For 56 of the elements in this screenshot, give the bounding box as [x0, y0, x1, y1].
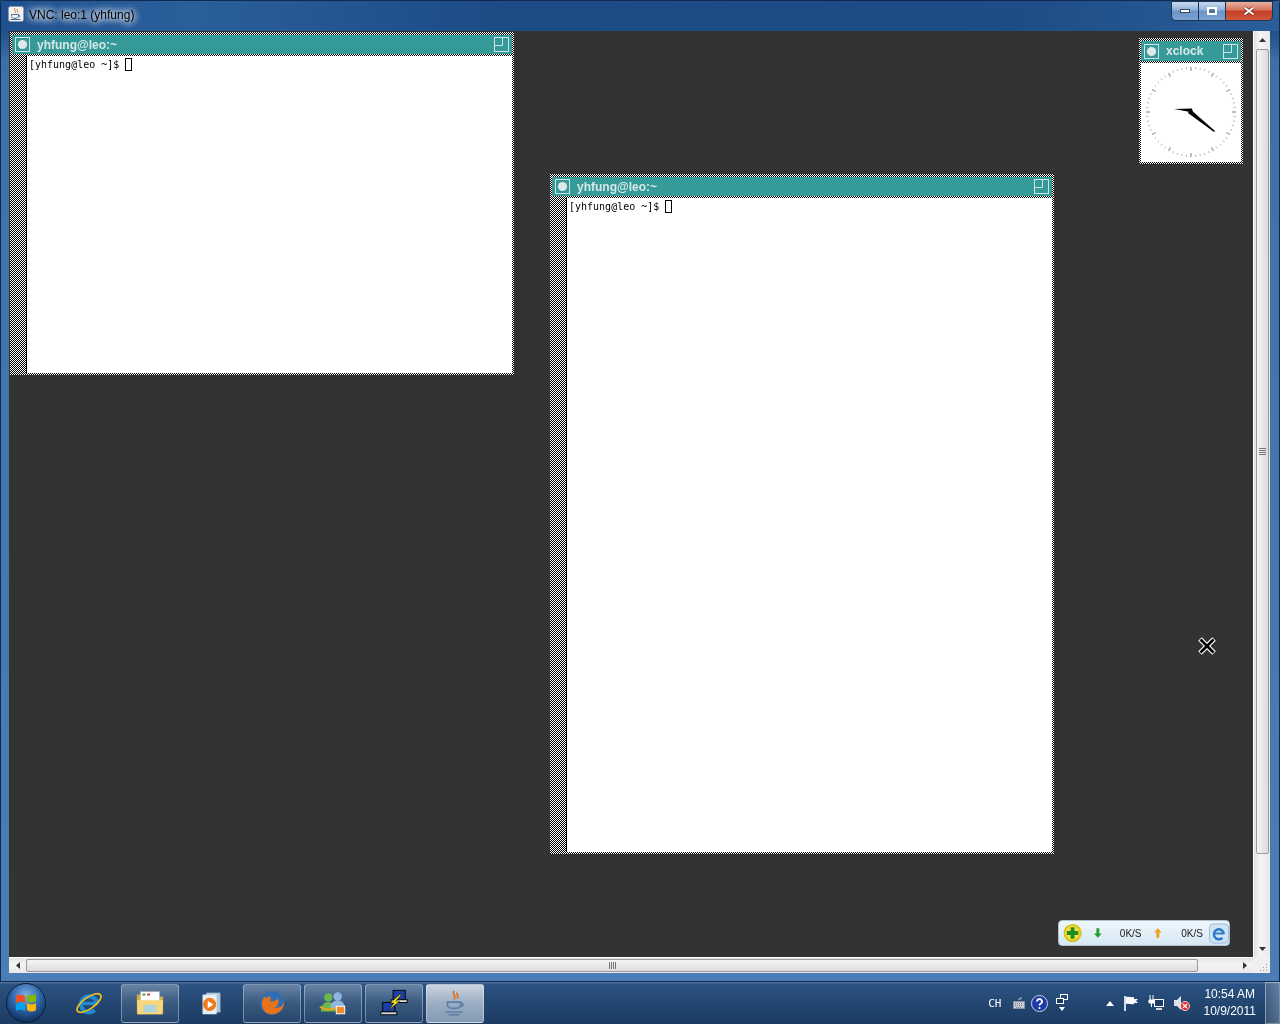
right-triangle-icon[interactable] — [1243, 962, 1247, 969]
muted-speaker-icon[interactable] — [1172, 995, 1190, 1011]
text-cursor-icon — [665, 200, 673, 213]
maximize-button[interactable] — [1199, 1, 1226, 21]
window-title: yhfung@leo:~ — [577, 179, 658, 194]
download-speed: 0K/S — [1119, 927, 1142, 939]
taskbar-button[interactable] — [365, 983, 423, 1023]
language-button[interactable]: CH — [986, 996, 1004, 1010]
show-desktop-button[interactable] — [1265, 982, 1280, 1024]
start-button[interactable] — [6, 983, 46, 1023]
taskbar-button[interactable] — [121, 983, 179, 1023]
up-triangle-icon[interactable] — [1258, 38, 1266, 42]
window-title: yhfung@leo:~ — [37, 37, 118, 52]
close-button[interactable] — [1226, 1, 1273, 21]
down-arrow-icon — [1094, 928, 1102, 938]
x-cursor-icon — [1198, 637, 1216, 655]
taskbar-button[interactable] — [304, 983, 362, 1023]
upload-speed: 0K/S — [1181, 927, 1203, 939]
plus-disc-icon[interactable] — [1063, 923, 1083, 943]
prompt-text: [yhfung@leo ~]$ — [569, 200, 660, 213]
clock-button[interactable]: 10:54 AM 10/9/2011 — [1201, 986, 1258, 1020]
restore-icon — [1207, 7, 1217, 15]
vertical-scrollbar[interactable] — [1253, 31, 1270, 957]
four-pane-flag-icon — [15, 993, 37, 1013]
fox-globe-icon — [257, 988, 287, 1018]
scrollbar-thumb[interactable] — [26, 959, 1198, 972]
keyboard-icon[interactable] — [1012, 997, 1025, 1009]
close-icon — [1243, 6, 1255, 16]
taskbar-button[interactable] — [426, 983, 484, 1023]
network-computer-icon[interactable] — [1147, 995, 1164, 1011]
minimize-icon — [1180, 9, 1190, 13]
terminal-area[interactable]: [yhfung@leo ~]$ — [27, 56, 512, 373]
window-title: VNC: leo:1 (yhfung) — [29, 8, 135, 22]
horizontal-scrollbar[interactable] — [9, 957, 1253, 973]
dot-square-icon[interactable] — [1144, 43, 1159, 59]
up-arrow-icon — [1153, 928, 1162, 938]
left-triangle-icon[interactable] — [16, 962, 20, 969]
prompt-text: [yhfung@leo ~]$ — [29, 58, 120, 71]
dot-square-icon[interactable] — [15, 37, 30, 52]
grip-icon — [608, 962, 616, 969]
windows-arrow-icon[interactable] — [1055, 994, 1068, 1012]
flag-icon[interactable] — [1122, 995, 1139, 1011]
grip-icon — [1258, 448, 1266, 455]
cup-icon — [8, 6, 24, 22]
help-icon[interactable] — [1030, 994, 1048, 1012]
down-triangle-icon[interactable] — [1258, 947, 1266, 951]
scrollbar-thumb[interactable] — [1255, 49, 1269, 854]
letter-e-icon[interactable] — [1208, 922, 1229, 944]
dot-square-icon[interactable] — [555, 179, 570, 194]
text-cursor-icon — [125, 58, 133, 71]
minimize-button[interactable] — [1171, 1, 1199, 21]
computers-lightning-icon — [379, 988, 409, 1018]
window-title: xclock — [1166, 44, 1204, 58]
resize-grip-icon[interactable] — [1260, 963, 1268, 971]
terminal-area[interactable]: [yhfung@leo ~]$ — [567, 198, 1052, 852]
up-triangle-icon[interactable] — [1105, 1000, 1114, 1006]
